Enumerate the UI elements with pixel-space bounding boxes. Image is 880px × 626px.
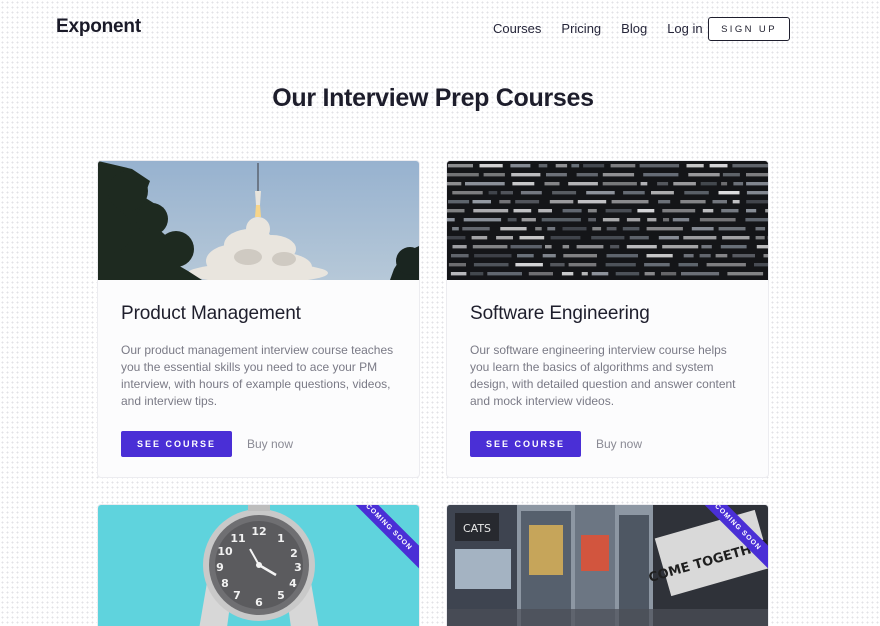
coming-soon-badge: COMING SOON [698,505,768,575]
code-screen-photo [447,161,768,280]
rocket-launch-image [98,161,419,280]
nav-link-login[interactable]: Log in [667,21,702,36]
course-card-coming-soon-2: CATS COME TOGETHER COMING SOON [446,504,769,626]
nav-link-pricing[interactable]: Pricing [561,21,601,36]
main-nav: Courses Pricing Blog Log in [493,21,703,36]
course-card-coming-soon-1: 12 1 2 3 45 6 78 9 10 11 COMING SOON [97,504,420,626]
svg-text:8: 8 [221,577,229,590]
nav-link-courses[interactable]: Courses [493,21,541,36]
card-actions: SEE COURSE Buy now [470,431,642,457]
svg-text:1: 1 [277,532,285,545]
svg-text:7: 7 [233,589,241,602]
billboard-text: CATS [463,522,491,535]
coming-soon-ribbon: COMING SOON [349,505,419,575]
svg-text:9: 9 [216,561,224,574]
page-title: Our Interview Prep Courses [272,84,594,112]
rocket-launch-photo [98,161,419,280]
svg-text:5: 5 [277,589,285,602]
card-body: Software Engineering Our software engine… [470,280,748,410]
svg-text:12: 12 [251,525,266,538]
svg-text:3: 3 [294,561,302,574]
card-description: Our software engineering interview cours… [470,343,736,408]
svg-text:2: 2 [290,547,298,560]
see-course-button[interactable]: SEE COURSE [470,431,581,457]
buy-now-link[interactable]: Buy now [247,437,293,451]
card-actions: SEE COURSE Buy now [121,431,293,457]
course-card-product-management: Product Management Our product managemen… [97,160,420,478]
card-body: Product Management Our product managemen… [121,280,399,410]
coming-soon-badge: COMING SOON [349,505,419,575]
card-title: Software Engineering [470,303,650,324]
code-screen-image [447,161,768,280]
signup-button[interactable]: SIGN UP [708,17,790,41]
see-course-button[interactable]: SEE COURSE [121,431,232,457]
card-title: Product Management [121,303,301,324]
svg-text:6: 6 [255,596,263,609]
svg-text:11: 11 [230,532,245,545]
svg-text:10: 10 [217,545,233,558]
buy-now-link[interactable]: Buy now [596,437,642,451]
site-header: Exponent Courses Pricing Blog Log in SIG… [0,0,880,58]
coming-soon-ribbon: COMING SOON [698,505,768,575]
nav-link-blog[interactable]: Blog [621,21,647,36]
card-description: Our product management interview course … [121,343,394,408]
course-card-software-engineering: Software Engineering Our software engine… [446,160,769,478]
logo[interactable]: Exponent [56,16,141,38]
svg-text:4: 4 [289,577,297,590]
